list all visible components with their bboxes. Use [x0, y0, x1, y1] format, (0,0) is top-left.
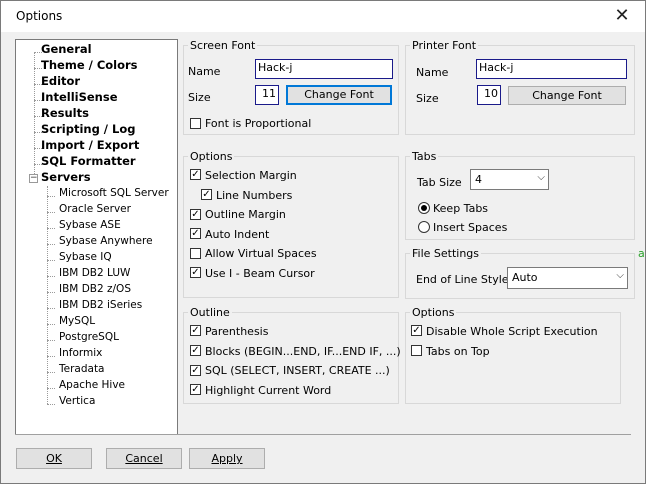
close-icon[interactable]: ✕	[599, 1, 645, 32]
tabs-legend: Tabs	[412, 150, 437, 163]
insert-spaces-label: Insert Spaces	[433, 221, 508, 234]
sql-outline-label: SQL (SELECT, INSERT, CREATE ...)	[205, 364, 390, 377]
printer-font-size-field[interactable]: 10	[477, 85, 501, 105]
window-title: Options	[16, 9, 63, 23]
tree-item-sql-formatter[interactable]: SQL Formatter	[41, 154, 136, 168]
script-options-legend: Options	[412, 306, 455, 319]
insert-spaces-radio[interactable]	[418, 221, 430, 233]
tree-item-server[interactable]: Informix	[59, 347, 102, 359]
line-numbers-checkbox[interactable]: ✓	[201, 189, 212, 200]
allow-virtual-spaces-checkbox[interactable]	[190, 248, 201, 259]
tree-item-server[interactable]: Sybase IQ	[59, 251, 112, 263]
tree-item-general[interactable]: General	[41, 42, 92, 56]
disable-whole-script-checkbox[interactable]: ✓	[411, 325, 422, 336]
eol-style-select[interactable]: Auto ⌵	[507, 267, 628, 289]
tree-item-server[interactable]: PostgreSQL	[59, 331, 119, 343]
auto-indent-label: Auto Indent	[205, 228, 270, 241]
screen-font-name-label: Name	[188, 65, 221, 78]
tree-item-server[interactable]: Sybase Anywhere	[59, 235, 153, 247]
font-proportional-label: Font is Proportional	[205, 117, 312, 130]
tree-item-server[interactable]: Apache Hive	[59, 379, 125, 391]
tab-size-select[interactable]: 4 ⌵	[470, 169, 549, 190]
tree-item-intellisense[interactable]: IntelliSense	[41, 90, 118, 104]
selection-margin-checkbox[interactable]: ✓	[190, 169, 201, 180]
tab-size-value: 4	[475, 173, 482, 186]
beam-cursor-checkbox[interactable]: ✓	[190, 267, 201, 278]
tree-item-scripting-log[interactable]: Scripting / Log	[41, 122, 135, 136]
tree-item-server[interactable]: Sybase ASE	[59, 219, 121, 231]
chevron-down-icon: ⌵	[616, 270, 624, 281]
tree-item-results[interactable]: Results	[41, 106, 89, 120]
screen-font-size-label: Size	[188, 91, 211, 104]
apply-label: Apply	[211, 452, 243, 465]
highlight-word-label: Highlight Current Word	[205, 384, 332, 397]
options-dialog: Options ✕ General Theme / Colors Editor …	[0, 0, 646, 484]
outline-legend: Outline	[190, 306, 230, 319]
cancel-button[interactable]: Cancel	[106, 448, 182, 469]
tree-item-theme-colors[interactable]: Theme / Colors	[41, 58, 138, 72]
tree-item-import-export[interactable]: Import / Export	[41, 138, 139, 152]
ok-button[interactable]: OK	[16, 448, 92, 469]
tree-item-server[interactable]: Vertica	[59, 395, 95, 407]
screen-change-font-button[interactable]: Change Font	[286, 85, 392, 105]
disable-whole-script-label: Disable Whole Script Execution	[426, 325, 598, 338]
cancel-label: Cancel	[125, 452, 163, 465]
keep-tabs-label: Keep Tabs	[433, 202, 489, 215]
highlight-word-checkbox[interactable]: ✓	[190, 384, 201, 395]
printer-font-legend: Printer Font	[412, 39, 477, 52]
tree-item-editor[interactable]: Editor	[41, 74, 80, 88]
screen-font-name-field[interactable]: Hack-j	[255, 59, 393, 79]
apply-button[interactable]: Apply	[189, 448, 265, 469]
printer-font-name-field[interactable]: Hack-j	[476, 59, 627, 79]
font-proportional-checkbox[interactable]	[190, 118, 201, 129]
tree-item-server[interactable]: IBM DB2 iSeries	[59, 299, 142, 311]
background-edge-text: a	[638, 247, 645, 260]
tree-item-servers[interactable]: Servers	[41, 170, 91, 184]
tabs-on-top-label: Tabs on Top	[426, 345, 490, 358]
sql-outline-checkbox[interactable]: ✓	[190, 365, 201, 376]
parenthesis-checkbox[interactable]: ✓	[190, 325, 201, 336]
options-tree[interactable]: General Theme / Colors Editor IntelliSen…	[15, 39, 178, 435]
eol-style-label: End of Line Style	[416, 273, 509, 286]
chevron-down-icon: ⌵	[537, 172, 545, 183]
tree-item-server[interactable]: Microsoft SQL Server	[59, 187, 169, 199]
editor-options-legend: Options	[190, 150, 233, 163]
tree-item-server[interactable]: IBM DB2 LUW	[59, 267, 130, 279]
line-numbers-label: Line Numbers	[216, 189, 293, 202]
auto-indent-checkbox[interactable]: ✓	[190, 228, 201, 239]
parenthesis-label: Parenthesis	[205, 325, 269, 338]
title-bar: Options ✕	[1, 1, 645, 32]
screen-font-size-field[interactable]: 11	[255, 85, 279, 105]
printer-font-name-label: Name	[416, 66, 449, 79]
button-separator	[15, 434, 631, 435]
selection-margin-label: Selection Margin	[205, 169, 297, 182]
ok-label: OK	[46, 452, 62, 465]
outline-margin-label: Outline Margin	[205, 208, 286, 221]
tree-item-server[interactable]: MySQL	[59, 315, 95, 327]
tab-size-label: Tab Size	[417, 176, 462, 189]
allow-virtual-spaces-label: Allow Virtual Spaces	[205, 247, 317, 260]
printer-font-size-label: Size	[416, 92, 439, 105]
beam-cursor-label: Use I - Beam Cursor	[205, 267, 315, 280]
tree-item-server[interactable]: Oracle Server	[59, 203, 131, 215]
outline-margin-checkbox[interactable]: ✓	[190, 209, 201, 220]
keep-tabs-radio[interactable]	[418, 202, 430, 214]
tree-item-server[interactable]: IBM DB2 z/OS	[59, 283, 131, 295]
eol-style-value: Auto	[512, 271, 538, 284]
blocks-label: Blocks (BEGIN...END, IF...END IF, ...)	[205, 345, 401, 358]
printer-change-font-button[interactable]: Change Font	[508, 86, 626, 105]
file-settings-legend: File Settings	[412, 247, 480, 260]
collapse-icon[interactable]: −	[29, 174, 38, 183]
screen-font-legend: Screen Font	[190, 39, 256, 52]
tabs-on-top-checkbox[interactable]	[411, 345, 422, 356]
blocks-checkbox[interactable]: ✓	[190, 345, 201, 356]
tree-item-server[interactable]: Teradata	[59, 363, 105, 375]
